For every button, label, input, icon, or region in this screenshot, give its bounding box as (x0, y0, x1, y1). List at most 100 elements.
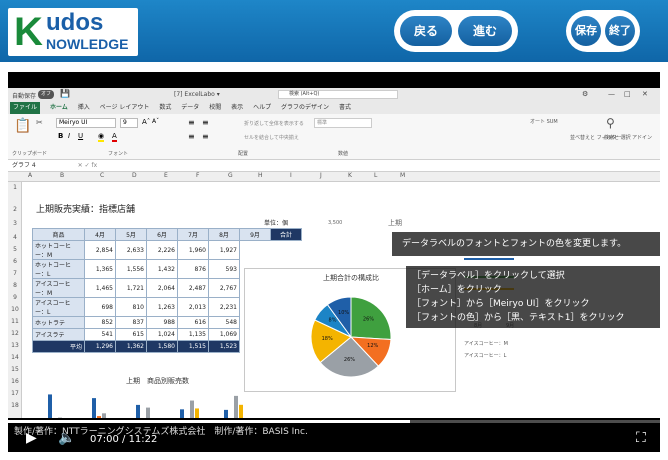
col-l[interactable]: L (374, 172, 377, 179)
row-num[interactable]: 6 (8, 258, 22, 265)
row-num[interactable]: 11 (8, 318, 22, 325)
settings-icon[interactable]: ⚙ (582, 90, 588, 98)
progress-bar[interactable] (8, 420, 660, 423)
table-header[interactable]: 7月 (177, 228, 209, 241)
formula-bar[interactable]: グラフ 4 ✕ ✓ fx (8, 160, 660, 172)
row-num[interactable]: 15 (8, 366, 22, 373)
grow-font-icon[interactable]: Aˆ (142, 118, 150, 126)
table-cell[interactable]: 541 (84, 328, 116, 341)
pie-data-label[interactable]: 10% (338, 310, 349, 316)
back-button[interactable]: 戻る (400, 16, 452, 46)
table-cell[interactable]: 876 (177, 259, 209, 279)
merge-center-button[interactable]: セルを結合して中央揃え (244, 134, 299, 141)
col-d[interactable]: D (132, 172, 137, 179)
table-header[interactable]: 商品 (32, 228, 85, 241)
table-cell[interactable]: 1,465 (84, 278, 116, 298)
table-header[interactable]: 9月 (239, 228, 271, 241)
font-color-icon[interactable]: A (112, 132, 117, 142)
tab-file[interactable]: ファイル (10, 102, 41, 114)
tab-insert[interactable]: 挿入 (78, 102, 90, 114)
table-cell[interactable]: 810 (115, 297, 147, 317)
tab-page-layout[interactable]: ページ レイアウト (100, 102, 150, 114)
table-cell[interactable]: 1,960 (177, 240, 209, 260)
row-num[interactable]: 1 (8, 184, 22, 191)
next-button[interactable]: 進む (458, 16, 512, 46)
table-header-total[interactable]: 合計 (270, 228, 302, 241)
table-cell[interactable]: 1,580 (146, 340, 178, 353)
addins-button[interactable]: アドイン (632, 134, 652, 141)
table-cell[interactable]: 1,024 (146, 328, 178, 341)
table-cell[interactable]: 2,013 (177, 297, 209, 317)
col-i[interactable]: I (290, 172, 292, 179)
table-cell[interactable]: 988 (146, 316, 178, 329)
table-cell[interactable]: 837 (115, 316, 147, 329)
video-player[interactable]: 自動保存 オフ 💾 [7] ExcelLabo ▾ 検索 (Alt+Q) ⚙ —… (8, 72, 660, 452)
col-c[interactable]: C (100, 172, 104, 179)
find-icon[interactable]: ⚲ (606, 116, 615, 130)
row-num[interactable]: 14 (8, 354, 22, 361)
save-button[interactable]: 保存 (571, 16, 601, 46)
table-cell[interactable]: 852 (84, 316, 116, 329)
tab-format[interactable]: 書式 (339, 102, 351, 114)
table-cell[interactable]: 平均 (32, 340, 85, 353)
row-num[interactable]: 7 (8, 270, 22, 277)
pie-data-label[interactable]: 12% (367, 343, 378, 349)
table-cell[interactable]: 2,226 (146, 240, 178, 260)
tab-view[interactable]: 表示 (231, 102, 243, 114)
col-k[interactable]: K (348, 172, 352, 179)
row-num[interactable]: 17 (8, 390, 22, 397)
table-cell[interactable]: 1,135 (177, 328, 209, 341)
table-cell[interactable]: 2,633 (115, 240, 147, 260)
table-cell[interactable]: 615 (115, 328, 147, 341)
align-center-icon[interactable]: ≡ (202, 132, 209, 141)
table-cell[interactable]: 2,231 (208, 297, 240, 317)
pie-data-label[interactable]: 8% (329, 318, 337, 324)
italic-icon[interactable]: I (68, 132, 70, 140)
row-num[interactable]: 9 (8, 294, 22, 301)
col-f[interactable]: F (196, 172, 199, 179)
bold-icon[interactable]: B (58, 132, 63, 140)
col-e[interactable]: E (164, 172, 168, 179)
table-cell[interactable]: 1,721 (115, 278, 147, 298)
row-num[interactable]: 5 (8, 246, 22, 253)
table-cell[interactable]: 1,523 (208, 340, 240, 353)
table-cell[interactable]: 1,556 (115, 259, 147, 279)
find-select-button[interactable]: 検索と 選択 (604, 134, 631, 141)
pie-data-label[interactable]: 26% (344, 357, 355, 363)
row-num[interactable]: 4 (8, 234, 22, 241)
save-icon[interactable]: 💾 (60, 89, 70, 98)
table-cell[interactable]: 593 (208, 259, 240, 279)
row-num[interactable]: 12 (8, 330, 22, 337)
font-name-select[interactable]: Meiryo UI (56, 118, 116, 128)
play-icon[interactable]: ▶ (26, 430, 37, 446)
excel-search-box[interactable]: 検索 (Alt+Q) (278, 90, 398, 99)
table-cell[interactable]: 616 (177, 316, 209, 329)
col-a[interactable]: A (28, 172, 32, 179)
row-num[interactable]: 2 (8, 206, 22, 213)
table-cell[interactable]: 1,296 (84, 340, 116, 353)
table-cell[interactable]: ホットコーヒー：L (32, 259, 85, 279)
align-middle-icon[interactable]: ≡ (202, 118, 209, 127)
number-format-select[interactable]: 標準 (314, 118, 372, 128)
col-j[interactable]: J (320, 172, 322, 179)
align-left-icon[interactable]: ≡ (188, 132, 195, 141)
tab-help[interactable]: ヘルプ (253, 102, 271, 114)
col-m[interactable]: M (400, 172, 405, 179)
end-button[interactable]: 終了 (605, 16, 635, 46)
row-num[interactable]: 16 (8, 378, 22, 385)
align-top-icon[interactable]: ≡ (188, 118, 195, 127)
fill-color-icon[interactable]: ◉ (98, 132, 105, 142)
underline-icon[interactable]: U (78, 132, 83, 140)
shrink-font-icon[interactable]: Aˇ (152, 118, 159, 125)
table-cell[interactable]: 698 (84, 297, 116, 317)
pie-data-label[interactable]: 18% (322, 336, 333, 342)
table-cell[interactable]: 2,854 (84, 240, 116, 260)
col-g[interactable]: G (228, 172, 233, 179)
table-header[interactable]: 8月 (208, 228, 240, 241)
cut-icon[interactable]: ✂ (36, 118, 43, 127)
table-cell[interactable]: ホットラテ (32, 316, 85, 329)
paste-icon[interactable]: 📋 (14, 118, 31, 134)
table-cell[interactable]: アイスコーヒー：L (32, 297, 85, 317)
tab-data[interactable]: データ (181, 102, 199, 114)
col-h[interactable]: H (258, 172, 263, 179)
